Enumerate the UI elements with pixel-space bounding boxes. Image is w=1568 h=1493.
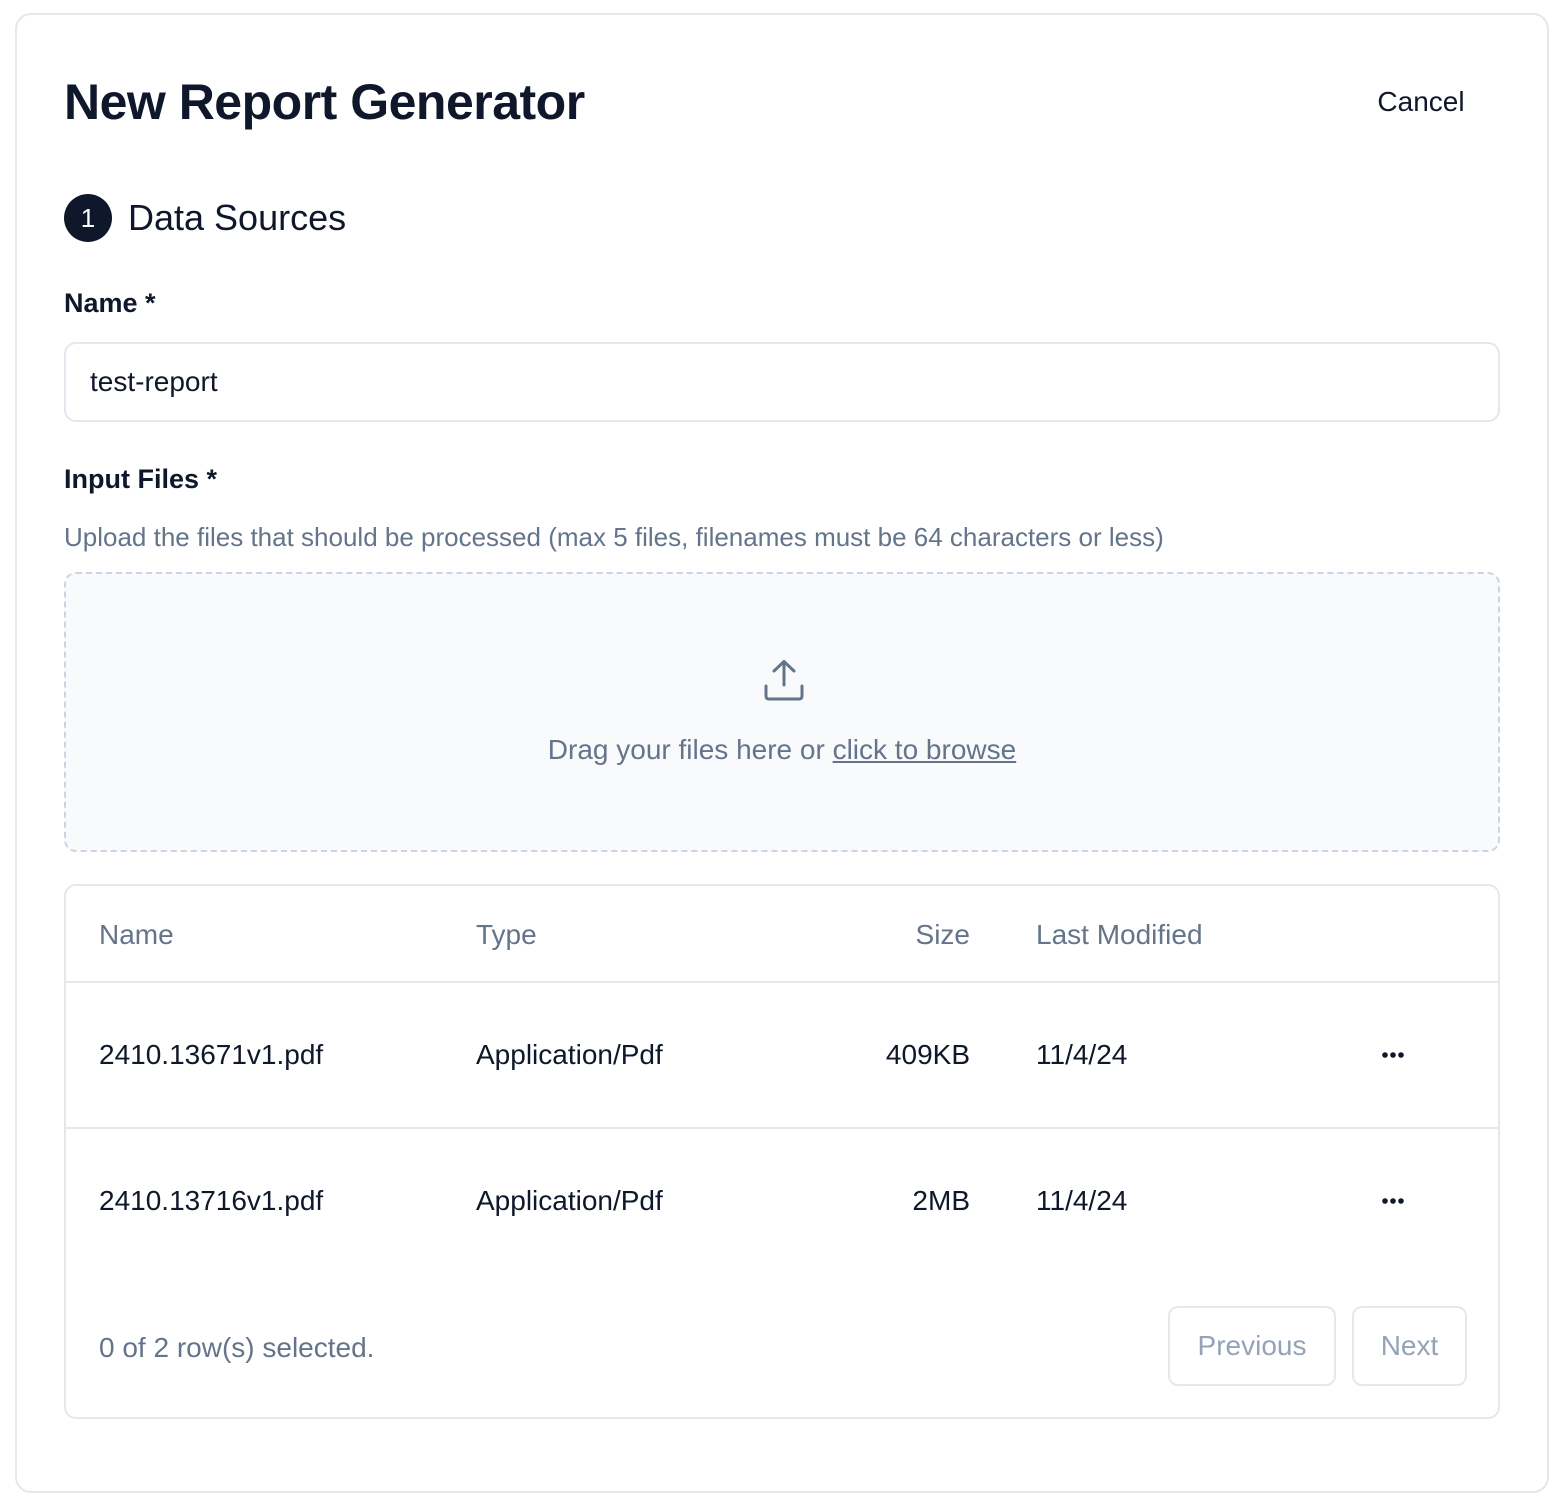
name-field-label: Name * (64, 288, 156, 318)
file-dropzone[interactable]: Drag your files here or click to browse (64, 572, 1500, 852)
dropzone-instruction: Drag your files here or (547, 734, 833, 765)
table-header: Name Type Size Last Modified (66, 886, 1498, 983)
file-name-cell: 2410.13716v1.pdf (99, 1185, 324, 1216)
column-header-size: Size (915, 919, 970, 950)
file-modified-cell: 11/4/24 (1036, 1039, 1128, 1070)
column-header-last-modified: Last Modified (1036, 919, 1203, 950)
previous-page-button[interactable]: Previous (1168, 1306, 1336, 1386)
row-actions-button[interactable] (1368, 1033, 1418, 1077)
next-page-button[interactable]: Next (1352, 1306, 1467, 1386)
selection-status: 0 of 2 row(s) selected. (99, 1332, 375, 1363)
dropzone-text: Drag your files here or click to browse (66, 730, 1498, 770)
browse-link[interactable]: click to browse (833, 734, 1017, 765)
cancel-button[interactable]: Cancel (1352, 76, 1490, 128)
file-size-cell: 409KB (885, 1039, 970, 1070)
column-header-type: Type (476, 919, 537, 950)
name-input[interactable] (64, 342, 1500, 422)
file-size-cell: 2MB (912, 1185, 970, 1216)
file-modified-cell: 11/4/24 (1036, 1185, 1128, 1216)
page-title: New Report Generator (64, 74, 585, 130)
input-files-help-text: Upload the files that should be processe… (64, 522, 1164, 552)
step-title: Data Sources (128, 197, 347, 238)
step-number-badge: 1 (64, 194, 112, 242)
table-row[interactable]: 2410.13671v1.pdf Application/Pdf 409KB 1… (66, 983, 1498, 1129)
file-type-cell: Application/Pdf (476, 1039, 663, 1070)
more-horizontal-icon (1382, 1052, 1404, 1058)
column-header-name: Name (99, 919, 174, 950)
input-files-label: Input Files * (64, 464, 218, 494)
upload-icon (764, 660, 804, 701)
file-type-cell: Application/Pdf (476, 1185, 663, 1216)
more-horizontal-icon (1382, 1198, 1404, 1204)
files-table: Name Type Size Last Modified 2410.13671v… (64, 884, 1500, 1419)
table-row[interactable]: 2410.13716v1.pdf Application/Pdf 2MB 11/… (66, 1129, 1498, 1275)
file-name-cell: 2410.13671v1.pdf (99, 1039, 324, 1070)
row-actions-button[interactable] (1368, 1179, 1418, 1223)
